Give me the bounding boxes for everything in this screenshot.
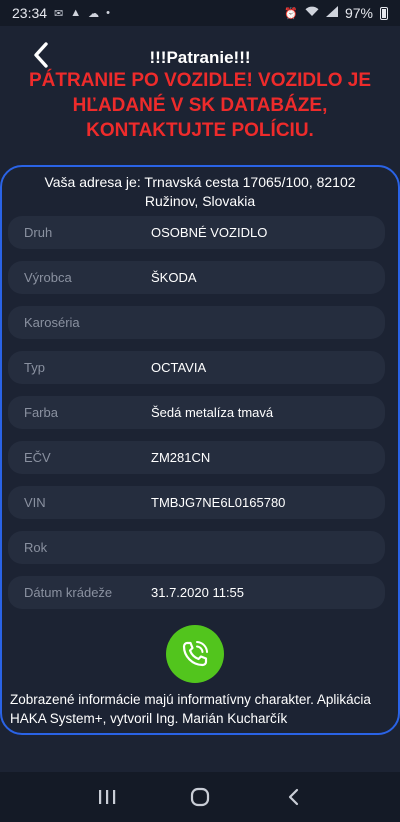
info-row: Farba Šedá metalíza tmavá (8, 396, 385, 429)
status-right: ⏰ 97% (284, 5, 388, 21)
recent-apps-button[interactable] (92, 782, 122, 812)
row-label: VIN (24, 495, 46, 510)
dot-icon: • (106, 7, 111, 19)
phone-call-icon (182, 641, 208, 667)
info-row: Druh OSOBNÉ VOZIDLO (8, 216, 385, 249)
row-label: Typ (24, 360, 45, 375)
battery-percent: 97% (344, 5, 373, 21)
row-value: OSOBNÉ VOZIDLO (151, 225, 268, 240)
row-label: Dátum krádeže (24, 585, 113, 600)
row-value: OCTAVIA (151, 360, 207, 375)
row-label: Farba (24, 405, 58, 420)
row-label: EČV (24, 450, 51, 465)
row-value: Šedá metalíza tmavá (151, 405, 274, 420)
alarm-icon: ⏰ (284, 7, 298, 20)
info-row: EČV ZM281CN (8, 441, 385, 474)
info-row: Typ OCTAVIA (8, 351, 385, 384)
row-value: TMBJG7NE6L0165780 (151, 495, 286, 510)
page-title: !!!Patranie!!! (149, 48, 251, 67)
battery-icon (380, 6, 388, 20)
home-button[interactable] (185, 782, 215, 812)
back-icon (289, 788, 299, 806)
signal-icon (325, 6, 338, 20)
row-label: Karoséria (24, 315, 80, 330)
row-value: 31.7.2020 11:55 (151, 585, 245, 600)
mail-icon: ✉ (54, 7, 64, 20)
row-label: Rok (24, 540, 48, 555)
row-value: ZM281CN (151, 450, 211, 465)
call-police-button[interactable] (166, 625, 224, 683)
info-row: Výrobca ŠKODA (8, 261, 385, 294)
row-value: ŠKODA (151, 270, 197, 285)
status-left: 23:34 ✉ ▲ ☁ • (12, 5, 110, 21)
home-icon (190, 787, 210, 807)
row-label: Druh (24, 225, 53, 240)
system-navbar (0, 772, 400, 822)
info-row: VIN TMBJG7NE6L0165780 (8, 486, 385, 519)
disclaimer-text: Zobrazené informácie majú informatívny c… (10, 692, 371, 726)
info-row: Dátum krádeže 31.7.2020 11:55 (8, 576, 385, 609)
info-row: Rok (8, 531, 385, 564)
address-text: Vaša adresa je: Trnavská cesta 17065/100… (44, 174, 356, 209)
notification-icon: ▲ (70, 7, 82, 19)
system-back-button[interactable] (278, 782, 308, 812)
status-bar: 23:34 ✉ ▲ ☁ • ⏰ 97% (0, 0, 400, 26)
status-time: 23:34 (12, 5, 48, 21)
wifi-icon (305, 6, 319, 20)
alert-message: PÁTRANIE PO VOZIDLE! VOZIDLO JE HĽADANÉ … (28, 70, 372, 141)
cloud-icon: ☁ (88, 7, 100, 20)
row-label: Výrobca (24, 270, 72, 285)
info-row: Karoséria (8, 306, 385, 339)
recent-apps-icon (98, 790, 115, 804)
